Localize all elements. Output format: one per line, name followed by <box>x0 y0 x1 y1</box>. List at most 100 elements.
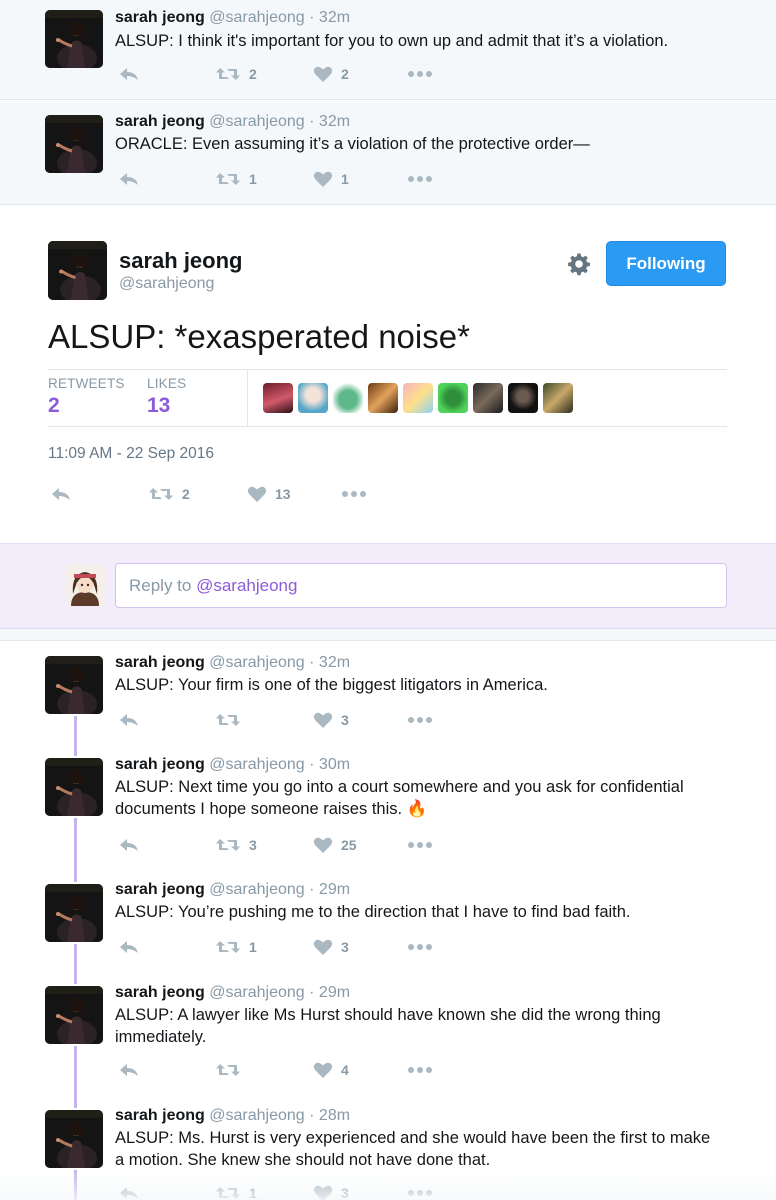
reply-input[interactable]: Reply to @sarahjeong <box>115 563 727 608</box>
like-button[interactable]: 25 <box>313 834 357 856</box>
context-tweet[interactable]: sarah jeong @sarahjeong · 32m ALSUP: I t… <box>0 0 776 100</box>
reply-button[interactable] <box>118 936 140 958</box>
author-handle[interactable]: @sarahjeong <box>209 1107 304 1124</box>
author-name[interactable]: sarah jeong <box>115 756 205 773</box>
reply-button[interactable] <box>118 63 140 85</box>
reply-tweet[interactable]: sarah jeong @sarahjeong · 29m ALSUP: A l… <box>0 974 776 1098</box>
tweet-time[interactable]: 32m <box>319 9 350 26</box>
liker-avatar[interactable] <box>473 383 503 413</box>
avatar[interactable] <box>45 758 103 816</box>
more-button[interactable] <box>407 834 433 856</box>
more-button[interactable] <box>407 63 433 85</box>
retweet-icon <box>215 836 241 854</box>
retweet-button[interactable] <box>215 1059 249 1081</box>
author-name[interactable]: sarah jeong <box>115 984 205 1001</box>
tweet-time[interactable]: 28m <box>319 1107 350 1124</box>
like-button[interactable]: 4 <box>313 1059 349 1081</box>
liker-avatar[interactable] <box>333 383 363 413</box>
liker-avatar[interactable] <box>298 383 328 413</box>
like-button[interactable]: 1 <box>313 168 349 190</box>
reply-button[interactable] <box>118 168 140 190</box>
liker-avatar[interactable] <box>263 383 293 413</box>
heart-icon <box>313 65 333 83</box>
reply-icon <box>50 485 72 503</box>
following-button[interactable]: Following <box>606 241 726 286</box>
reply-icon <box>118 65 140 83</box>
tweet-time[interactable]: 30m <box>319 756 350 773</box>
tweet-text: ALSUP: Next time you go into a court som… <box>115 778 684 818</box>
retweet-button[interactable]: 3 <box>215 834 257 856</box>
retweet-button[interactable]: 2 <box>148 483 190 505</box>
reply-button[interactable] <box>118 834 140 856</box>
avatar[interactable] <box>45 1110 103 1168</box>
more-icon <box>407 70 433 78</box>
author-name[interactable]: sarah jeong <box>115 654 205 671</box>
like-count: 1 <box>341 171 349 187</box>
more-button[interactable] <box>407 1059 433 1081</box>
author-name[interactable]: sarah jeong <box>115 881 205 898</box>
author-name[interactable]: sarah jeong <box>119 248 242 274</box>
more-button[interactable] <box>407 936 433 958</box>
author-handle[interactable]: @sarahjeong <box>119 275 214 293</box>
liker-avatar[interactable] <box>508 383 538 413</box>
like-count: 3 <box>341 939 349 955</box>
context-tweet[interactable]: sarah jeong @sarahjeong · 32m ORACLE: Ev… <box>0 101 776 205</box>
retweet-button[interactable]: 2 <box>215 63 257 85</box>
main-tweet: sarah jeong @sarahjeong Following ALSUP:… <box>0 205 776 543</box>
avatar[interactable] <box>45 884 103 942</box>
author-handle[interactable]: @sarahjeong <box>209 984 304 1001</box>
liker-avatar[interactable] <box>543 383 573 413</box>
avatar[interactable] <box>45 10 103 68</box>
liker-avatar[interactable] <box>438 383 468 413</box>
retweet-count: 1 <box>249 171 257 187</box>
reply-button[interactable] <box>50 483 72 505</box>
separator-dot: · <box>309 756 315 773</box>
like-count: 3 <box>341 712 349 728</box>
author-name[interactable]: sarah jeong <box>115 9 205 26</box>
heart-icon <box>313 836 333 854</box>
tweet-text: ALSUP: Ms. Hurst is very experienced and… <box>115 1129 711 1169</box>
more-button[interactable] <box>341 483 367 505</box>
liker-avatar[interactable] <box>403 383 433 413</box>
tweet-time[interactable]: 29m <box>319 984 350 1001</box>
retweet-button[interactable]: 1 <box>215 936 257 958</box>
reply-button[interactable] <box>118 709 140 731</box>
current-user-avatar[interactable] <box>65 564 105 606</box>
avatar[interactable] <box>45 656 103 714</box>
author-handle[interactable]: @sarahjeong <box>209 113 304 130</box>
tweet-time[interactable]: 32m <box>319 654 350 671</box>
liker-avatar[interactable] <box>368 383 398 413</box>
tweet-header: sarah jeong @sarahjeong · 29m <box>115 880 350 900</box>
reply-tweet[interactable]: sarah jeong @sarahjeong · 32m ALSUP: You… <box>0 642 776 746</box>
more-button[interactable] <box>407 168 433 190</box>
author-name[interactable]: sarah jeong <box>115 113 205 130</box>
like-button[interactable]: 3 <box>313 936 349 958</box>
avatar[interactable] <box>45 986 103 1044</box>
retweet-button[interactable] <box>215 709 249 731</box>
author-name[interactable]: sarah jeong <box>115 1107 205 1124</box>
reply-tweet[interactable]: sarah jeong @sarahjeong · 30m ALSUP: Nex… <box>0 746 776 870</box>
tweet-header: sarah jeong @sarahjeong · 32m <box>115 112 350 132</box>
tweet-header: sarah jeong @sarahjeong · 32m <box>115 653 350 673</box>
tweet-date[interactable]: 11:09 AM - 22 Sep 2016 <box>48 445 214 463</box>
reply-button[interactable] <box>118 1059 140 1081</box>
retweet-button[interactable]: 1 <box>215 168 257 190</box>
author-handle[interactable]: @sarahjeong <box>209 654 304 671</box>
more-button[interactable] <box>407 709 433 731</box>
retweets-stat[interactable]: RETWEETS 2 <box>48 376 125 418</box>
separator-dot: · <box>309 984 315 1001</box>
main-avatar[interactable] <box>48 241 107 300</box>
gear-icon[interactable] <box>567 252 591 276</box>
author-handle[interactable]: @sarahjeong <box>209 881 304 898</box>
likes-stat[interactable]: LIKES 13 <box>147 376 186 418</box>
avatar[interactable] <box>45 115 103 173</box>
like-button[interactable]: 13 <box>247 483 291 505</box>
tweet-time[interactable]: 32m <box>319 113 350 130</box>
retweets-value: 2 <box>48 394 60 417</box>
like-button[interactable]: 2 <box>313 63 349 85</box>
author-handle[interactable]: @sarahjeong <box>209 756 304 773</box>
tweet-time[interactable]: 29m <box>319 881 350 898</box>
like-button[interactable]: 3 <box>313 709 349 731</box>
reply-tweet[interactable]: sarah jeong @sarahjeong · 29m ALSUP: You… <box>0 870 776 974</box>
author-handle[interactable]: @sarahjeong <box>209 9 304 26</box>
